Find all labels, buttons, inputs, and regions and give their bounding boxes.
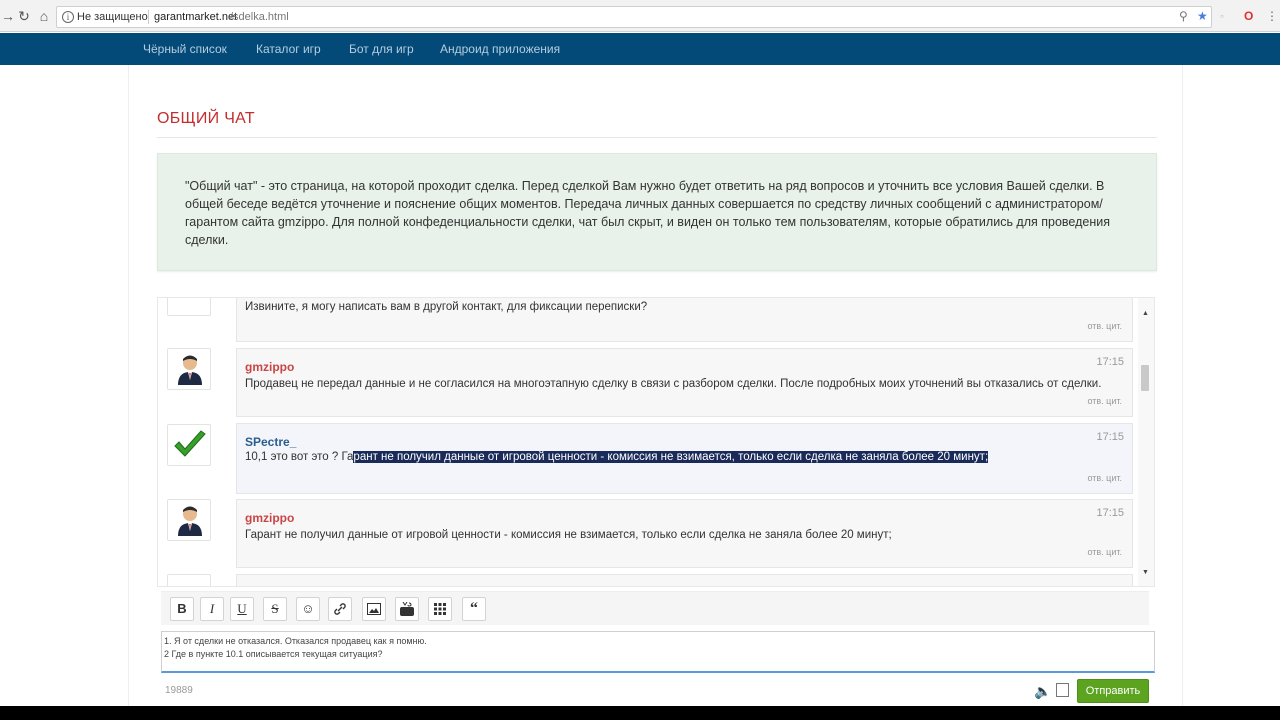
message-actions[interactable]: отв. цит. [1087, 547, 1122, 557]
emoji-icon[interactable]: ☺ [296, 597, 320, 621]
table-icon[interactable] [428, 597, 452, 621]
browser-address-bar: → ↻ ⌂ i Не защищено garantmarket.net /sd… [0, 0, 1280, 32]
image-icon[interactable] [362, 597, 386, 621]
message-editor[interactable]: 1. Я от сделки не отказался. Отказался п… [161, 631, 1155, 673]
url-separator [148, 10, 149, 24]
message-actions[interactable]: отв. цит. [1087, 396, 1122, 406]
character-counter: 19889 [165, 685, 193, 696]
opera-extension-icon[interactable]: O [1244, 10, 1253, 22]
link-icon[interactable] [328, 597, 352, 621]
table-icon-svg [434, 603, 446, 615]
chat-message: SPectre_ 17:15 10,1 это вот это ? Гарант… [236, 423, 1133, 494]
message-text-plain: 10,1 это вот это ? Га [245, 451, 354, 463]
quote-icon[interactable]: “ [462, 597, 486, 621]
selected-text: рант не получил данные от игровой ценнос… [353, 451, 989, 463]
scroll-up-icon[interactable]: ▲ [1142, 310, 1149, 317]
home-icon[interactable]: ⌂ [36, 8, 52, 24]
chat-message: Извините, я могу написать вам в другой к… [236, 298, 1133, 342]
link-icon-svg [334, 603, 346, 615]
chat-message [236, 574, 1133, 586]
sound-icon[interactable]: 🔈 [1034, 683, 1051, 700]
nav-link-game-bot[interactable]: Бот для игр [349, 42, 414, 56]
chat-scrollbar[interactable]: ▲ ▼ [1138, 298, 1154, 586]
checkmark-icon [174, 430, 206, 457]
editor-toolbar: B I U S ☺ “ [161, 591, 1149, 625]
url-bar[interactable]: i Не защищено garantmarket.net /sdelka.h… [56, 6, 1212, 28]
chat-message: gmzippo 17:15 Гарант не получил данные о… [236, 499, 1133, 568]
message-text: 10,1 это вот это ? Гарант не получил дан… [245, 451, 989, 463]
send-button[interactable]: Отправить [1077, 679, 1149, 703]
avatar [167, 298, 211, 316]
scroll-down-icon[interactable]: ▼ [1142, 569, 1149, 576]
youtube-icon-svg [400, 601, 414, 616]
info-icon[interactable]: i [62, 11, 74, 23]
info-text: "Общий чат" - это страница, на которой п… [185, 179, 1111, 247]
url-path: /sdelka.html [230, 11, 289, 23]
log-icon[interactable] [1056, 683, 1069, 697]
admin-avatar [167, 499, 211, 541]
bold-button[interactable]: B [170, 597, 194, 621]
site-navigation: Чёрный список Каталог игр Бот для игр Ан… [0, 33, 1280, 65]
main-content: ОБЩИЙ ЧАТ "Общий чат" - это страница, на… [128, 65, 1183, 706]
message-text: Гарант не получил данные от игровой ценн… [245, 529, 892, 541]
youtube-icon[interactable] [395, 597, 419, 621]
info-box: "Общий чат" - это страница, на которой п… [157, 153, 1157, 271]
scrollbar-thumb[interactable] [1141, 365, 1149, 391]
browser-menu-icon[interactable]: ⋮ [1266, 10, 1278, 22]
title-divider [157, 137, 1157, 138]
message-time: 17:15 [1096, 431, 1124, 443]
user-avatar [167, 424, 211, 466]
italic-button[interactable]: I [200, 597, 224, 621]
extension-icon[interactable]: ◦ [1220, 10, 1224, 22]
user-avatar-icon [178, 355, 202, 385]
chat-window: Извините, я могу написать вам в другой к… [157, 297, 1155, 587]
message-actions[interactable]: отв. цит. [1087, 473, 1122, 483]
nav-link-games-catalog[interactable]: Каталог игр [256, 42, 321, 56]
insecure-label: Не защищено [77, 11, 148, 23]
message-username[interactable]: SPectre_ [245, 435, 296, 449]
editor-line: 2 Где в пункте 10.1 описывается текущая … [164, 649, 383, 659]
admin-avatar [167, 348, 211, 390]
zoom-icon[interactable]: ⚲ [1179, 10, 1188, 22]
underline-button[interactable]: U [230, 597, 254, 621]
message-username[interactable]: gmzippo [245, 360, 294, 374]
url-domain: garantmarket.net [154, 11, 238, 23]
message-actions[interactable]: отв. цит. [1087, 321, 1122, 331]
back-icon[interactable]: → [0, 8, 16, 24]
nav-link-android-apps[interactable]: Андроид приложения [440, 42, 560, 56]
strikethrough-button[interactable]: S [263, 597, 287, 621]
message-time: 17:15 [1096, 507, 1124, 519]
page-title: ОБЩИЙ ЧАТ [157, 110, 255, 127]
message-username[interactable]: gmzippo [245, 511, 294, 525]
chat-message: gmzippo 17:15 Продавец не передал данные… [236, 348, 1133, 417]
editor-line: 1. Я от сделки не отказался. Отказался п… [164, 636, 427, 646]
reload-icon[interactable]: ↻ [16, 8, 32, 24]
message-text: Извините, я могу написать вам в другой к… [245, 301, 648, 313]
image-icon-svg [367, 603, 381, 615]
nav-link-blacklist[interactable]: Чёрный список [143, 42, 227, 56]
bookmark-star-icon[interactable]: ★ [1197, 10, 1208, 22]
browser-window: → ↻ ⌂ i Не защищено garantmarket.net /sd… [0, 0, 1280, 706]
message-time: 17:15 [1096, 356, 1124, 368]
chat-message-list[interactable]: Извините, я могу написать вам в другой к… [158, 298, 1138, 586]
avatar [167, 574, 211, 586]
message-text: Продавец не передал данные и не согласил… [245, 378, 1102, 390]
user-avatar-icon [178, 506, 202, 536]
